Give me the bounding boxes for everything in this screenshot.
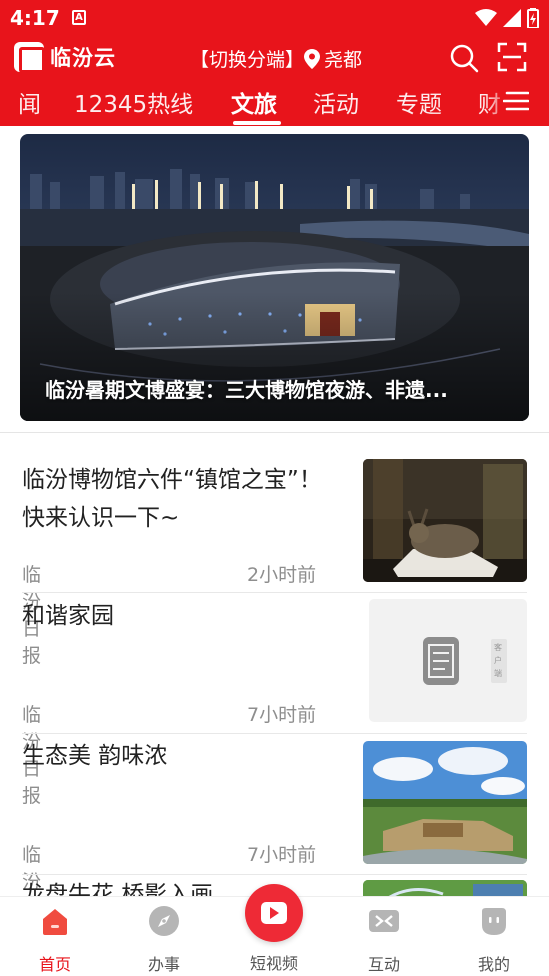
nav-services[interactable]: 办事: [119, 897, 209, 976]
row-separator: [22, 592, 527, 593]
home-icon: [43, 909, 67, 935]
nav-profile[interactable]: 我的: [449, 897, 539, 976]
news-item[interactable]: 临汾博物馆六件“镇馆之宝”！快来认识一下~ 临汾日报 2小时前: [22, 459, 527, 667]
bridge-image: [363, 880, 527, 896]
profile-icon: [482, 908, 506, 935]
search-icon[interactable]: [448, 42, 480, 74]
active-tab-indicator: [233, 121, 281, 125]
news-thumbnail-placeholder[interactable]: 客户端: [369, 599, 527, 722]
status-bar: 4:17 A: [0, 0, 549, 36]
news-title[interactable]: 临汾博物馆六件“镇馆之宝”！快来认识一下~: [22, 461, 322, 537]
news-item[interactable]: 和谐家园 临汾日报 7小时前 客户端: [22, 597, 527, 807]
row-separator: [22, 874, 527, 875]
status-time: 4:17: [10, 6, 60, 30]
menu-icon[interactable]: [503, 90, 529, 112]
featured-banner[interactable]: 临汾暑期文博盛宴：三大博物馆夜游、非遗...: [20, 134, 529, 421]
nav-label[interactable]: 短视频: [229, 950, 319, 974]
nav-label: 首页: [38, 955, 71, 974]
landscape-image: [363, 741, 527, 864]
museum-exhibit-image: [363, 459, 527, 582]
news-item[interactable]: 生态美 韵味浓 临汾日报 7小时前: [22, 737, 527, 947]
app-name: 临汾云: [50, 46, 116, 70]
app-header: 4:17 A 临汾云 【切换分端】 尧都 闻 12345热线 文旅 活动 专题 …: [0, 0, 549, 126]
section-divider: [0, 432, 549, 452]
location-pin-icon: [304, 48, 321, 69]
play-icon: [261, 902, 287, 924]
tab-activities[interactable]: 活动: [313, 85, 359, 119]
battery-icon: [527, 8, 539, 28]
news-thumbnail[interactable]: [363, 741, 527, 864]
news-thumbnail[interactable]: [363, 459, 527, 582]
interact-icon: [369, 910, 399, 932]
nav-label: 我的: [477, 955, 510, 974]
nav-interact[interactable]: 互动: [339, 897, 429, 976]
banner-title[interactable]: 临汾暑期文博盛宴：三大博物馆夜游、非遗...: [45, 374, 510, 403]
switch-branch-label[interactable]: 【切换分端】: [190, 45, 304, 72]
logo-mark-icon: [14, 42, 45, 73]
nav-short-video[interactable]: [245, 884, 303, 942]
tab-topics[interactable]: 专题: [396, 85, 442, 119]
nav-label: 互动: [367, 955, 400, 974]
app-logo: 临汾云: [14, 42, 116, 73]
status-icons: [475, 8, 539, 28]
news-time: 7小时前: [247, 704, 317, 726]
tab-culture-tourism[interactable]: 文旅: [231, 85, 277, 119]
app-bar: 临汾云 【切换分端】 尧都: [0, 36, 549, 80]
compass-icon: [149, 906, 179, 936]
nav-home[interactable]: 首页: [10, 897, 100, 976]
tab-news[interactable]: 闻: [18, 85, 41, 119]
location-switcher[interactable]: 【切换分端】 尧都: [190, 45, 362, 72]
news-time: 7小时前: [247, 844, 317, 866]
row-separator: [22, 733, 527, 734]
tab-hotline[interactable]: 12345热线: [74, 85, 193, 119]
wifi-icon: [475, 9, 497, 26]
notification-icon: A: [72, 10, 86, 25]
nav-label: 办事: [147, 955, 180, 974]
news-title[interactable]: 和谐家园: [22, 597, 322, 635]
news-time: 2小时前: [247, 564, 317, 586]
placeholder-side-text: 客户端: [494, 643, 502, 678]
category-tabs: 闻 12345热线 文旅 活动 专题 财: [0, 80, 549, 126]
news-thumbnail[interactable]: [363, 880, 527, 896]
news-title[interactable]: 生态美 韵味浓: [22, 737, 322, 775]
signal-icon: [503, 9, 521, 27]
current-location[interactable]: 尧都: [324, 45, 362, 72]
scan-icon[interactable]: [497, 42, 527, 72]
